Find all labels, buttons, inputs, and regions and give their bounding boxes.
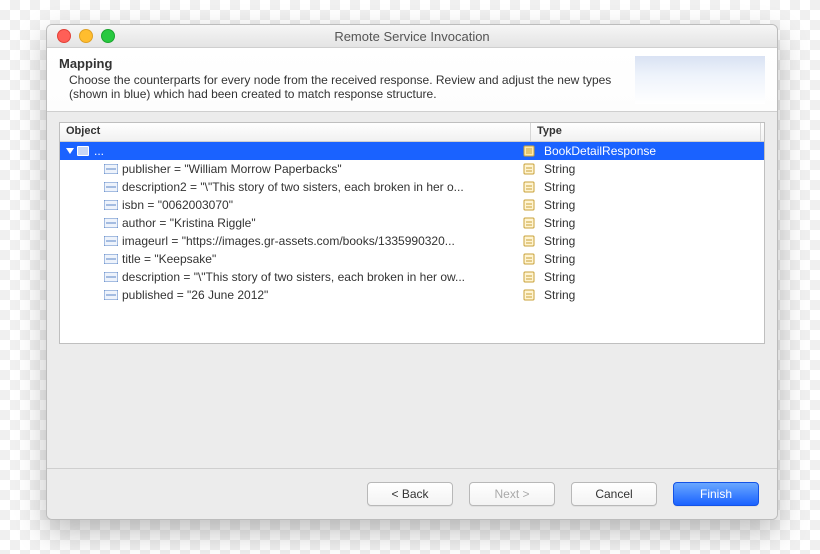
type-icon	[522, 199, 536, 211]
type-icon	[522, 271, 536, 283]
table-row-root[interactable]: ... BookDetailResponse	[60, 142, 764, 160]
table-row[interactable]: title = "Keepsake" String	[60, 250, 764, 268]
page-title: Mapping	[59, 56, 635, 71]
type-label: String	[544, 232, 575, 250]
field-icon	[104, 163, 118, 175]
dialog-window: Remote Service Invocation Mapping Choose…	[46, 24, 778, 520]
type-label: String	[544, 250, 575, 268]
field-icon	[104, 181, 118, 193]
type-label: String	[544, 196, 575, 214]
object-label: imageurl = "https://images.gr-assets.com…	[122, 232, 455, 250]
type-icon	[522, 163, 536, 175]
type-label: BookDetailResponse	[544, 142, 656, 160]
table-row[interactable]: author = "Kristina Riggle" String	[60, 214, 764, 232]
field-icon	[104, 199, 118, 211]
type-label: String	[544, 214, 575, 232]
type-icon	[522, 217, 536, 229]
object-label: description2 = "\"This story of two sist…	[122, 178, 464, 196]
content-area: Object Type ...	[47, 112, 777, 468]
type-label: String	[544, 268, 575, 286]
type-icon	[522, 253, 536, 265]
type-label: String	[544, 160, 575, 178]
object-label: isbn = "0062003070"	[122, 196, 233, 214]
mapping-table: Object Type ...	[59, 122, 765, 344]
table-row[interactable]: imageurl = "https://images.gr-assets.com…	[60, 232, 764, 250]
type-icon	[522, 145, 536, 157]
finish-button[interactable]: Finish	[673, 482, 759, 506]
wizard-footer: < Back Next > Cancel Finish	[47, 468, 777, 519]
type-icon	[522, 289, 536, 301]
table-row[interactable]: description = "\"This story of two siste…	[60, 268, 764, 286]
object-label: ...	[94, 142, 104, 160]
page-description: Choose the counterparts for every node f…	[69, 73, 629, 101]
disclosure-icon[interactable]	[66, 148, 74, 154]
object-label: author = "Kristina Riggle"	[122, 214, 256, 232]
column-header-object[interactable]: Object	[60, 123, 531, 141]
object-label: published = "26 June 2012"	[122, 286, 268, 304]
field-icon	[104, 253, 118, 265]
next-button: Next >	[469, 482, 555, 506]
object-label: publisher = "William Morrow Paperbacks"	[122, 160, 342, 178]
titlebar: Remote Service Invocation	[47, 25, 777, 48]
type-icon	[522, 235, 536, 247]
table-row[interactable]: description2 = "\"This story of two sist…	[60, 178, 764, 196]
table-row[interactable]: published = "26 June 2012" String	[60, 286, 764, 304]
field-icon	[104, 271, 118, 283]
table-header: Object Type	[60, 123, 764, 142]
type-label: String	[544, 286, 575, 304]
header-banner	[635, 56, 765, 104]
wizard-header: Mapping Choose the counterparts for ever…	[47, 48, 777, 112]
window-title: Remote Service Invocation	[47, 29, 777, 44]
field-icon	[104, 235, 118, 247]
table-row[interactable]: publisher = "William Morrow Paperbacks" …	[60, 160, 764, 178]
cancel-button[interactable]: Cancel	[571, 482, 657, 506]
column-header-type[interactable]: Type	[531, 123, 761, 141]
type-icon	[522, 181, 536, 193]
field-icon	[104, 217, 118, 229]
field-icon	[104, 289, 118, 301]
type-label: String	[544, 178, 575, 196]
table-body: ... BookDetailResponse publisher = "Will…	[60, 142, 764, 343]
object-label: description = "\"This story of two siste…	[122, 268, 465, 286]
object-label: title = "Keepsake"	[122, 250, 216, 268]
object-icon	[76, 145, 90, 157]
back-button[interactable]: < Back	[367, 482, 453, 506]
table-row[interactable]: isbn = "0062003070" String	[60, 196, 764, 214]
